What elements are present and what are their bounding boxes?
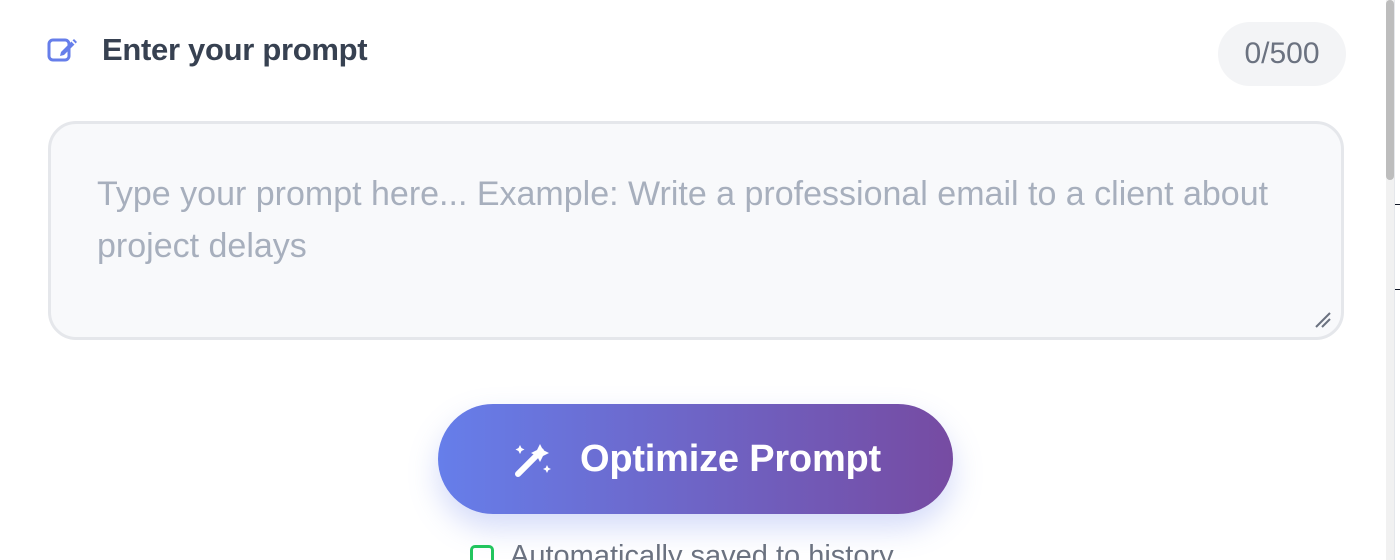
optimize-button-label: Optimize Prompt [579,437,882,480]
character-counter: 0/500 [1218,22,1346,86]
prompt-panel: Enter your prompt 0/500 Optimize Prompt … [0,0,1400,560]
vertical-scrollbar[interactable] [1386,0,1394,560]
adjacent-panel-edge [1394,0,1400,560]
adjacent-divider [1395,204,1400,205]
prompt-label-group: Enter your prompt [46,32,368,68]
autosave-text: Automatically saved to history [510,540,894,560]
prompt-header: Enter your prompt 0/500 [46,22,1346,88]
magic-wand-icon [510,436,556,482]
scrollbar-thumb[interactable] [1386,0,1394,180]
adjacent-divider [1395,289,1400,290]
prompt-label: Enter your prompt [102,32,368,67]
prompt-input-container [48,121,1344,340]
resize-handle-icon[interactable] [1308,305,1332,329]
optimize-prompt-button[interactable]: Optimize Prompt [438,404,953,514]
autosave-note: Automatically saved to history [470,540,894,560]
save-icon [470,544,494,560]
prompt-input[interactable] [97,168,1295,293]
edit-icon [46,33,80,67]
